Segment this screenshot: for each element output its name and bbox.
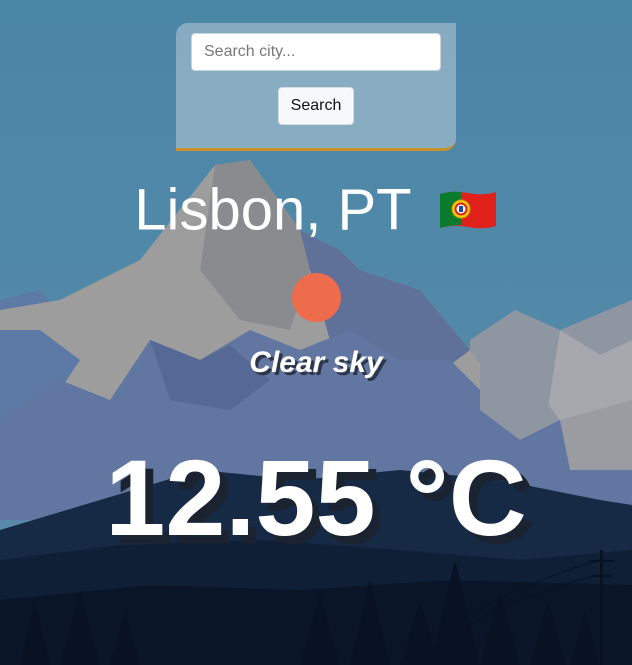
search-input[interactable] bbox=[191, 33, 441, 71]
search-button[interactable]: Search bbox=[278, 87, 354, 125]
weather-description: Clear sky bbox=[249, 346, 383, 379]
location-heading: Lisbon, PT bbox=[0, 172, 632, 248]
portugal-flag-icon bbox=[438, 178, 498, 248]
temperature-value: 12.55 °C bbox=[105, 437, 527, 558]
search-panel: Search bbox=[176, 23, 456, 151]
location-label: Lisbon, PT bbox=[134, 177, 412, 243]
sun-icon bbox=[292, 273, 341, 322]
